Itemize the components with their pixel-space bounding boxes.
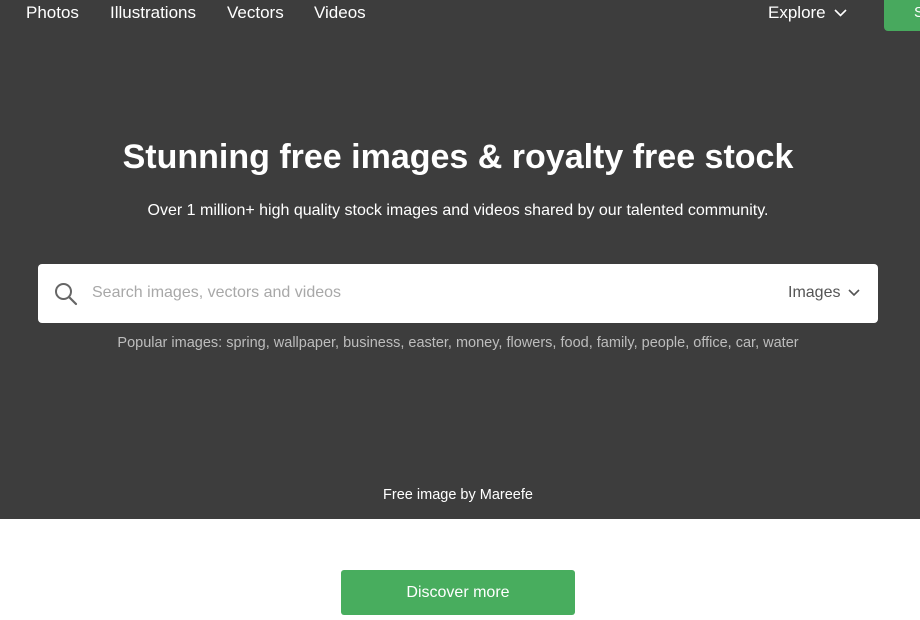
- nav-link-illustrations[interactable]: Illustrations: [110, 3, 196, 23]
- page-subtitle: Over 1 million+ high quality stock image…: [147, 202, 769, 219]
- keyword-separator: ,: [335, 335, 344, 351]
- keyword-separator: ,: [755, 335, 764, 351]
- popular-keyword-business[interactable]: business: [343, 335, 400, 351]
- page-title: Stunning free images & royalty free stoc…: [122, 138, 794, 176]
- nav-link-photos[interactable]: Photos: [26, 3, 79, 23]
- search-type-dropdown[interactable]: Images: [788, 282, 861, 304]
- explore-menu[interactable]: Explore: [768, 3, 847, 23]
- submit-button[interactable]: S: [884, 0, 920, 31]
- submit-button-label: S: [914, 4, 920, 21]
- popular-keyword-spring[interactable]: spring: [226, 335, 266, 351]
- popular-keyword-flowers[interactable]: flowers: [506, 335, 552, 351]
- popular-keyword-car[interactable]: car: [736, 335, 755, 351]
- popular-keyword-wallpaper[interactable]: wallpaper: [274, 335, 335, 351]
- popular-keywords: spring, wallpaper, business, easter, mon…: [226, 335, 798, 351]
- search-type-label: Images: [788, 284, 841, 301]
- keyword-separator: ,: [727, 335, 736, 351]
- popular-searches: Popular images: spring, wallpaper, busin…: [0, 333, 916, 353]
- chevron-down-icon: [834, 9, 847, 17]
- explore-label: Explore: [768, 3, 826, 22]
- popular-keyword-easter[interactable]: easter: [408, 335, 448, 351]
- keyword-separator: ,: [588, 335, 597, 351]
- popular-keyword-people[interactable]: people: [642, 335, 686, 351]
- popular-keyword-money[interactable]: money: [456, 335, 498, 351]
- keyword-separator: ,: [265, 335, 274, 351]
- chevron-down-icon: [848, 289, 861, 297]
- popular-keyword-water[interactable]: water: [763, 335, 798, 351]
- keyword-separator: ,: [447, 335, 456, 351]
- search-input[interactable]: [92, 279, 732, 307]
- popular-keyword-food[interactable]: food: [560, 335, 588, 351]
- popular-keyword-office[interactable]: office: [693, 335, 727, 351]
- hero-section: Photos Illustrations Vectors Videos Expl…: [0, 0, 920, 519]
- keyword-separator: ,: [633, 335, 642, 351]
- nav-link-vectors[interactable]: Vectors: [227, 3, 284, 23]
- discover-more-button[interactable]: Discover more: [341, 570, 575, 615]
- popular-keyword-family[interactable]: family: [597, 335, 634, 351]
- image-credit[interactable]: Free image by Mareefe: [0, 485, 916, 505]
- popular-prefix: Popular images:: [117, 335, 223, 351]
- nav-link-videos[interactable]: Videos: [314, 3, 366, 23]
- search-icon[interactable]: [54, 282, 78, 306]
